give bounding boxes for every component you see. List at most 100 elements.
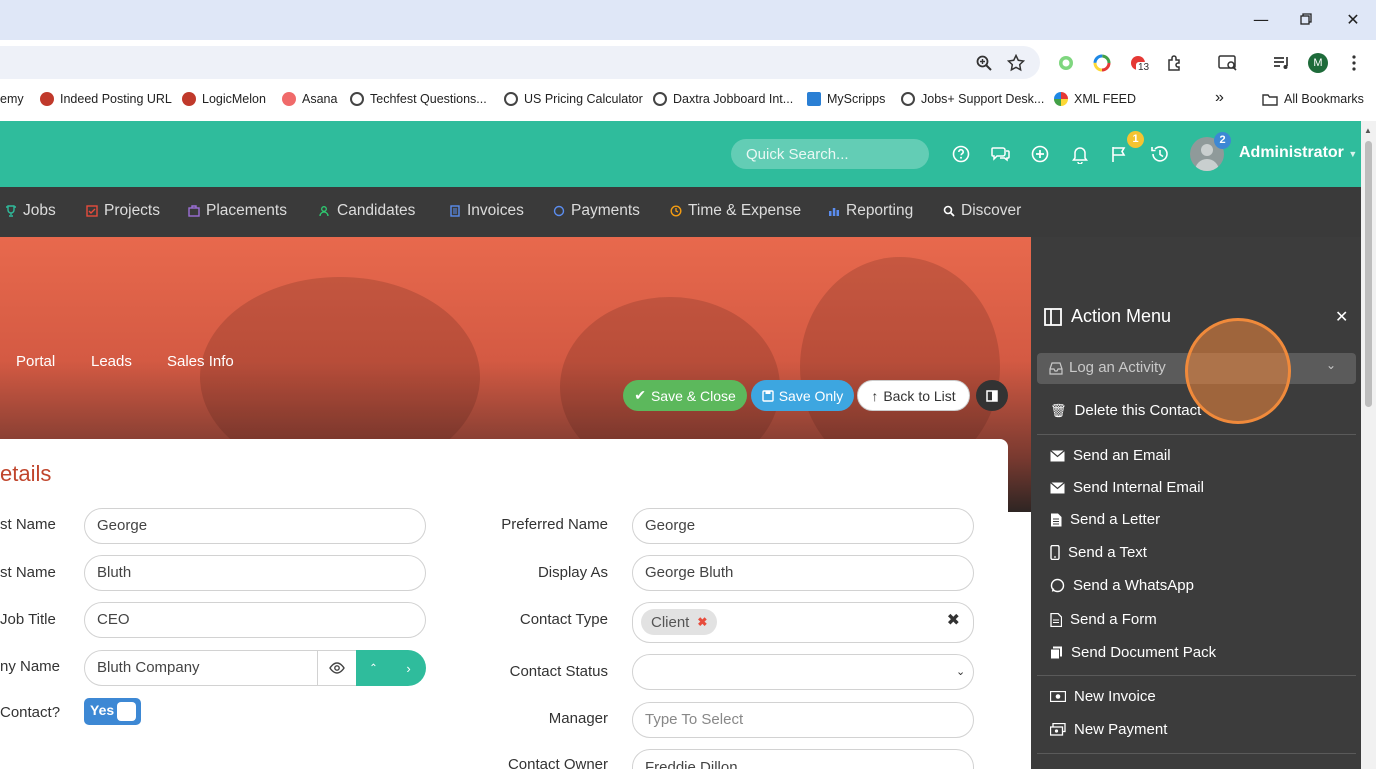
app-header: 1 2 Administrator ▼ <box>0 121 1361 187</box>
eye-icon <box>329 662 345 674</box>
save-close-button[interactable]: ✔ Save & Close <box>623 380 747 411</box>
help-icon[interactable] <box>950 143 972 165</box>
action-send-whatsapp[interactable]: Send a WhatsApp <box>1050 577 1194 594</box>
first-name-field[interactable]: George <box>84 508 426 544</box>
nav-item-payments[interactable]: Payments <box>553 202 640 220</box>
tab-portal[interactable]: Portal <box>16 353 55 370</box>
action-send-letter[interactable]: Send a Letter <box>1050 511 1160 528</box>
indeed-icon <box>40 92 54 106</box>
action-new-invoice[interactable]: New Invoice <box>1050 688 1156 705</box>
nav-item-invoices[interactable]: Invoices <box>449 202 524 220</box>
bookmark-item[interactable]: US Pricing Calculator <box>504 92 643 106</box>
page-scrollbar[interactable]: ▲ <box>1361 121 1376 769</box>
nav-label: Discover <box>961 202 1022 219</box>
arrow-up-icon: ↑ <box>871 387 879 404</box>
chevron-up-icon[interactable]: ⌃ <box>356 650 391 686</box>
extension-color-wheel-icon[interactable] <box>1090 51 1114 75</box>
extensions-puzzle-icon[interactable] <box>1163 51 1187 75</box>
bookmark-item[interactable]: Asana <box>282 92 337 106</box>
action-send-document-pack[interactable]: Send Document Pack <box>1050 644 1216 661</box>
tab-sales-info[interactable]: Sales Info <box>167 353 234 370</box>
coins-icon <box>553 205 565 217</box>
nav-item-discover[interactable]: Discover <box>943 202 1021 220</box>
bookmark-item[interactable]: Daxtra Jobboard Int... <box>653 92 793 106</box>
toggle-knob <box>117 702 136 721</box>
nav-item-jobs[interactable]: Jobs <box>5 202 56 220</box>
bookmark-item[interactable]: emy <box>0 92 24 106</box>
bookmark-item[interactable]: Indeed Posting URL <box>40 92 172 106</box>
bookmark-label: Techfest Questions... <box>370 92 487 106</box>
tab-search-icon[interactable] <box>1216 51 1240 75</box>
bookmark-item[interactable]: Jobs+ Support Desk... <box>901 92 1044 106</box>
nav-item-time-expense[interactable]: Time & Expense <box>670 202 801 220</box>
preferred-name-field[interactable]: George <box>632 508 974 544</box>
bookmark-item[interactable]: Techfest Questions... <box>350 92 487 106</box>
scroll-up-icon[interactable]: ▲ <box>1364 126 1372 135</box>
extension-green-icon[interactable] <box>1054 51 1078 75</box>
documents-icon <box>1050 646 1062 659</box>
remove-tag-icon[interactable]: ✖ <box>697 615 707 629</box>
save-only-button[interactable]: Save Only <box>751 380 854 411</box>
bookmark-label: Indeed Posting URL <box>60 92 172 106</box>
nav-item-placements[interactable]: Placements <box>188 202 287 220</box>
job-title-field[interactable]: CEO <box>84 602 426 638</box>
action-send-internal-email[interactable]: Send Internal Email <box>1050 479 1204 496</box>
bookmarks-bar: emy Indeed Posting URL LogicMelon Asana … <box>0 85 1376 115</box>
close-icon[interactable]: ✕ <box>1335 307 1348 327</box>
last-name-field[interactable]: Bluth <box>84 555 426 591</box>
contact-type-field[interactable]: Client ✖ ✖ <box>632 602 974 643</box>
action-send-text[interactable]: Send a Text <box>1050 544 1147 561</box>
nav-label: Invoices <box>467 202 524 219</box>
tab-leads[interactable]: Leads <box>91 353 132 370</box>
panel-icon <box>1044 308 1062 326</box>
minimize-icon[interactable]: — <box>1249 8 1273 32</box>
media-queue-icon[interactable] <box>1270 51 1294 75</box>
whatsapp-icon <box>1050 578 1065 593</box>
display-as-field[interactable]: George Bluth <box>632 555 974 591</box>
browser-menu-icon[interactable] <box>1342 51 1366 75</box>
envelope-icon <box>1050 481 1065 493</box>
address-bar[interactable] <box>0 46 1040 79</box>
all-bookmarks-button[interactable]: All Bookmarks <box>1262 92 1364 106</box>
view-company-button[interactable] <box>317 650 357 686</box>
globe-icon <box>653 92 667 106</box>
quick-search-input[interactable] <box>731 139 929 169</box>
extension-red-icon[interactable]: 13 <box>1126 51 1152 75</box>
chevron-right-icon[interactable]: › <box>391 650 426 686</box>
divider <box>1037 675 1356 676</box>
contact-owner-select[interactable]: Freddie Dillon <box>632 749 974 769</box>
zoom-icon[interactable] <box>972 51 996 75</box>
bookmark-item[interactable]: XML FEED <box>1054 92 1136 106</box>
bookmarks-overflow-button[interactable]: » <box>1215 89 1224 107</box>
nav-item-projects[interactable]: Projects <box>86 202 160 220</box>
primary-contact-toggle[interactable]: Yes <box>84 698 141 725</box>
bell-icon[interactable] <box>1069 143 1091 165</box>
add-circle-icon[interactable] <box>1029 143 1051 165</box>
trash-icon: 🗑 <box>1050 402 1067 418</box>
action-delete-contact[interactable]: 🗑 Delete this Contact <box>1050 402 1201 419</box>
action-send-email[interactable]: Send an Email <box>1050 447 1171 464</box>
file-icon <box>1051 513 1062 526</box>
user-name[interactable]: Administrator ▼ <box>1239 144 1357 162</box>
bookmark-label: LogicMelon <box>202 92 266 106</box>
scroll-thumb[interactable] <box>1365 141 1372 407</box>
history-icon[interactable] <box>1148 143 1170 165</box>
back-to-list-button[interactable]: ↑ Back to List <box>857 380 970 411</box>
clear-icon[interactable]: ✖ <box>947 610 960 630</box>
nav-item-candidates[interactable]: Candidates <box>319 202 415 220</box>
bookmark-item[interactable]: LogicMelon <box>182 92 266 106</box>
profile-avatar[interactable]: M <box>1306 51 1330 75</box>
nav-item-reporting[interactable]: Reporting <box>828 202 913 220</box>
chat-icon[interactable] <box>990 143 1012 165</box>
flag-icon[interactable] <box>1108 143 1130 165</box>
payment-icon <box>1050 723 1066 736</box>
contact-status-select[interactable] <box>632 654 974 690</box>
star-icon[interactable] <box>1004 51 1028 75</box>
panel-toggle-button[interactable] <box>976 380 1008 411</box>
bookmark-item[interactable]: MyScripps <box>807 92 885 106</box>
close-window-icon[interactable]: ✕ <box>1341 8 1365 32</box>
manager-field[interactable]: Type To Select <box>632 702 974 738</box>
restore-icon[interactable] <box>1294 8 1318 32</box>
action-new-payment[interactable]: New Payment <box>1050 721 1167 738</box>
action-send-form[interactable]: Send a Form <box>1050 611 1157 628</box>
